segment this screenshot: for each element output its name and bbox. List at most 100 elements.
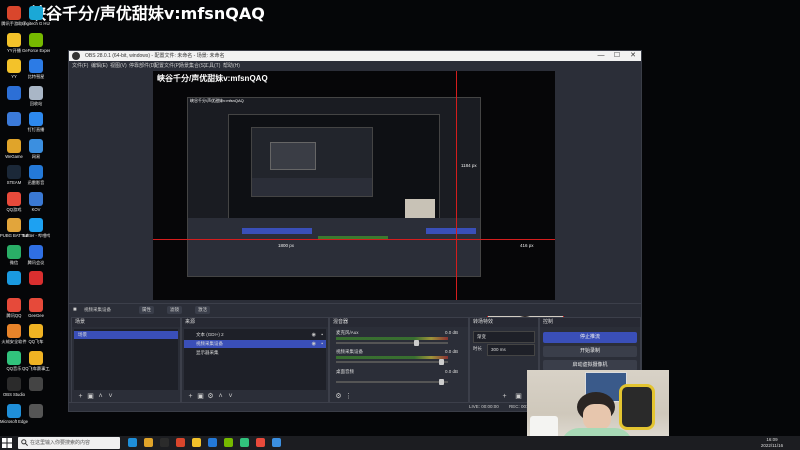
desktop-icon[interactable]: GeeGee	[22, 297, 50, 318]
volume-slider[interactable]	[336, 359, 448, 365]
volume-slider[interactable]	[336, 340, 448, 346]
add-icon[interactable]: +	[76, 392, 85, 401]
desktop-icon[interactable]: GeForce Experience	[22, 32, 50, 53]
lock-icon[interactable]: ▪	[321, 332, 323, 338]
transition-select-row: 渐变	[473, 331, 535, 343]
taskbar-app-icon[interactable]	[176, 438, 185, 447]
volume-knob[interactable]	[414, 340, 420, 346]
desktop-icon[interactable]	[22, 271, 50, 286]
desktop-icon[interactable]	[22, 377, 50, 392]
move-up-icon[interactable]: ˄	[96, 392, 105, 401]
taskbar-app-icon[interactable]	[240, 438, 249, 447]
sources-dock: 来源 文本 (GDI+) 2 视频采集设备 显示器采集 ◉ ▪ ◉ ▪ + ▣ …	[181, 317, 329, 405]
desktop-icon[interactable]	[22, 403, 50, 419]
minimize-button[interactable]: —	[593, 51, 609, 61]
menu-tools[interactable]: 工具(T)	[204, 62, 220, 69]
mixer-channel-db: 0.0 dB	[444, 369, 458, 374]
gear-icon[interactable]: ⚙	[334, 392, 343, 401]
menu-docks[interactable]: 停靠部件(D)	[129, 62, 156, 69]
app-icon	[29, 59, 43, 73]
remove-icon[interactable]: ▣	[86, 392, 95, 401]
add-icon[interactable]: +	[500, 392, 509, 401]
volume-meter	[336, 337, 448, 340]
menu-view[interactable]: 视图(V)	[110, 62, 127, 69]
move-down-icon[interactable]: ˅	[106, 392, 115, 401]
desktop-icon[interactable]: KOV	[22, 191, 50, 212]
desktop-icon[interactable]: QQ飞车	[22, 324, 50, 344]
scene-item[interactable]: 场景	[74, 331, 178, 339]
volume-knob[interactable]	[439, 379, 445, 385]
remove-icon[interactable]: ▣	[196, 392, 205, 401]
more-icon[interactable]: ⋮	[344, 392, 353, 401]
volume-slider[interactable]	[336, 379, 448, 385]
duration-input[interactable]: 300 ms	[487, 344, 535, 356]
menu-help[interactable]: 帮助(H)	[223, 62, 240, 69]
taskbar-app-icon[interactable]	[192, 438, 201, 447]
app-icon	[29, 191, 43, 206]
preview-canvas[interactable]: 峡谷千分/声优甜妹v:mfsnQAQ 峡谷千分/声优甜妹v:mfsnQAQ 11…	[153, 71, 555, 300]
lock-icon[interactable]: ▪	[321, 341, 323, 347]
taskbar-app-icon[interactable]	[208, 438, 217, 447]
menu-profile[interactable]: 配置文件(P)	[154, 62, 181, 69]
app-icon	[29, 32, 43, 47]
taskbar-app-icon[interactable]	[272, 438, 281, 447]
nested-title-1: 峡谷千分/声优甜妹v:mfsnQAQ	[190, 98, 244, 103]
source-item-video[interactable]: 视频采集设备	[184, 340, 326, 348]
device-activate-button[interactable]: 激活	[195, 306, 210, 314]
desktop-icon[interactable]: 回收站	[22, 85, 50, 106]
desktop-icon[interactable]: 迅雷影音	[22, 165, 50, 185]
app-icon	[7, 350, 21, 365]
desktop-icon[interactable]: 腾讯会议	[22, 244, 50, 265]
taskbar-clock[interactable]: 16:09 2022/11/16	[752, 437, 792, 449]
desktop-icon[interactable]: 网易	[22, 138, 50, 159]
filters-button[interactable]: 滤镜	[167, 306, 182, 314]
windows-start-icon[interactable]	[2, 438, 12, 448]
taskbar-app-icon[interactable]	[144, 438, 153, 447]
app-icon	[29, 112, 43, 126]
nested-preview-3	[251, 127, 373, 197]
start-recording-button[interactable]: 开始录制	[543, 346, 637, 357]
move-down-icon[interactable]: ˅	[226, 392, 235, 401]
desktop-icon[interactable]: 比特彗星	[22, 59, 50, 79]
volume-knob[interactable]	[439, 359, 445, 365]
menu-scene-collection[interactable]: 场景集合(S)	[179, 62, 206, 69]
menu-edit[interactable]: 编辑(E)	[91, 62, 108, 69]
guide-label-right: 416 px	[520, 243, 534, 248]
add-icon[interactable]: +	[186, 392, 195, 401]
taskbar-app-icon[interactable]	[256, 438, 265, 447]
mixer-channel-name: 桌面音频	[336, 369, 354, 374]
taskbar-search-input[interactable]: 在这里输入你要搜索的内容	[18, 437, 120, 449]
app-icon	[7, 377, 21, 391]
desktop-icon-label: 钉钉直播	[27, 127, 45, 132]
source-item-display[interactable]: 显示器采集	[184, 349, 326, 357]
maximize-button[interactable]: ☐	[609, 51, 625, 61]
guide-label-top: 1184 px	[461, 163, 477, 168]
mixer-channels: 麦克风/Aux 0.0 dB 视频采集设备 0.0 dB 桌面音频 0.0 dB	[332, 329, 466, 390]
menu-file[interactable]: 文件(F)	[72, 62, 88, 69]
app-icon	[7, 138, 21, 153]
scenes-list: 场景	[74, 329, 178, 390]
eye-icon[interactable]: ◉	[312, 341, 316, 347]
scenes-footer: + ▣ ˄ ˅	[74, 392, 178, 402]
taskbar-app-icon[interactable]	[224, 438, 233, 447]
desktop-icon[interactable]: QQ飞车赛事工具	[22, 350, 50, 371]
remove-icon[interactable]: ▣	[514, 392, 523, 401]
move-up-icon[interactable]: ˄	[216, 392, 225, 401]
sources-footer: + ▣ ⚙ ˄ ˅	[184, 392, 326, 402]
taskbar-app-icon[interactable]	[160, 438, 169, 447]
desktop-icon[interactable]: Logitech G HUB	[22, 6, 50, 26]
taskbar-app-icon[interactable]	[128, 438, 137, 447]
properties-button[interactable]: 属性	[139, 306, 154, 314]
stop-streaming-button[interactable]: 停止推流	[543, 332, 637, 343]
close-button[interactable]: ✕	[625, 51, 641, 61]
app-icon	[7, 6, 21, 20]
desktop-icon[interactable]: Twitter - 哔哩哔哩	[22, 218, 50, 238]
source-item-text[interactable]: 文本 (GDI+) 2	[184, 331, 326, 339]
transition-type-select[interactable]: 渐变	[473, 331, 535, 343]
desktop-icon[interactable]: 钉钉直播	[22, 112, 50, 132]
eye-icon[interactable]: ◉	[312, 332, 316, 338]
mixer-channel-name: 麦克风/Aux	[336, 330, 359, 335]
desktop-icon-label: Logitech G HUB	[22, 21, 50, 26]
app-icon	[29, 297, 43, 312]
gear-icon[interactable]: ⚙	[206, 392, 215, 401]
